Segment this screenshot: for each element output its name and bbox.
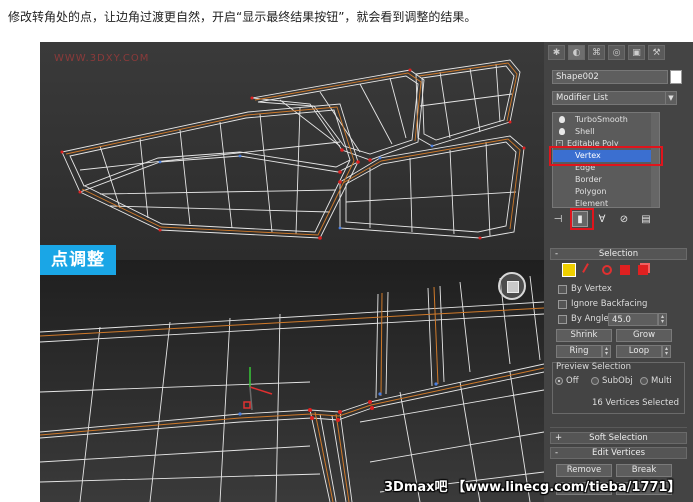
vertex-highlight-frame <box>549 146 663 166</box>
object-color-swatch[interactable] <box>670 70 682 84</box>
preview-subobj-label: SubObj <box>602 376 633 386</box>
preview-subobj-radio[interactable] <box>591 377 599 385</box>
stack-item-polygon[interactable]: Polygon <box>553 186 659 198</box>
loop-spinner[interactable]: ▴ ▾ <box>662 345 671 358</box>
viewcube-icon[interactable] <box>498 272 526 300</box>
footer-watermark: 3Dmax吧 【www.linecg.com/tieba/1771】 <box>384 480 681 495</box>
ignore-backfacing-checkbox[interactable] <box>558 300 567 309</box>
hierarchy-tab-icon[interactable]: ⌘ <box>588 45 605 60</box>
ignore-backfacing-label: Ignore Backfacing <box>571 299 648 309</box>
modifier-list-dropdown[interactable]: Modifier List <box>552 91 668 105</box>
ring-spinner[interactable]: ▴ ▾ <box>602 345 611 358</box>
by-vertex-label: By Vertex <box>571 284 612 294</box>
selection-status-text: 16 Vertices Selected <box>592 398 679 408</box>
utilities-tab-icon[interactable]: ⚒ <box>648 45 665 60</box>
stack-item-turbosmooth[interactable]: TurboSmooth <box>553 114 659 126</box>
lightbulb-icon[interactable] <box>559 116 565 123</box>
create-tab-icon[interactable]: ✱ <box>548 45 565 60</box>
grow-button[interactable]: Grow <box>616 329 672 342</box>
soft-selection-rollout-header[interactable]: + Soft Selection <box>550 432 687 444</box>
make-unique-icon[interactable]: ∀ <box>594 211 610 227</box>
lightbulb-icon[interactable] <box>559 128 565 135</box>
edit-vertices-rollout-header[interactable]: - Edit Vertices <box>550 447 687 459</box>
stack-item-shell[interactable]: Shell <box>553 126 659 138</box>
vertex-adjust-badge: 点调整 <box>40 245 116 275</box>
selection-rollout-header[interactable]: - Selection <box>550 248 687 260</box>
subobject-level-icons <box>562 263 648 277</box>
polygon-level-icon[interactable] <box>620 265 630 275</box>
object-name-field[interactable]: Shape002 <box>552 70 668 84</box>
border-level-icon[interactable] <box>602 265 612 275</box>
panel-tabs: ✱ ◐ ⌘ ◎ ▣ ⚒ <box>548 45 689 61</box>
preview-multi-radio[interactable] <box>640 377 648 385</box>
angle-input[interactable]: 45.0 <box>608 313 658 326</box>
caption-text: 修改转角处的点，让边角过渡更自然，开启“显示最终结果按钮”，就会看到调整的结果。 <box>8 10 477 24</box>
preview-selection-label: Preview Selection <box>556 362 631 372</box>
chevron-down-icon[interactable]: ▼ <box>665 91 677 105</box>
command-panel: ✱ ◐ ⌘ ◎ ▣ ⚒ Shape002 Modifier List ▼ Tur… <box>544 42 693 502</box>
display-tab-icon[interactable]: ▣ <box>628 45 645 60</box>
ring-button[interactable]: Ring <box>556 345 602 358</box>
pin-stack-icon[interactable]: ⊣ <box>550 211 566 227</box>
divider <box>550 427 687 428</box>
edge-level-icon[interactable] <box>582 263 596 277</box>
configure-sets-icon[interactable]: ▤ <box>638 211 654 227</box>
by-vertex-checkbox[interactable] <box>558 285 567 294</box>
stack-item-border[interactable]: Border <box>553 174 659 186</box>
preview-off-radio[interactable] <box>555 377 563 385</box>
motion-tab-icon[interactable]: ◎ <box>608 45 625 60</box>
end-result-highlight-frame <box>570 208 594 230</box>
viewport-3d[interactable]: WWW.3DXY.COM 点调整 <box>40 42 544 502</box>
shrink-button[interactable]: Shrink <box>556 329 612 342</box>
by-angle-label: By Angle: <box>571 314 612 324</box>
remove-modifier-icon[interactable]: ⊘ <box>616 211 632 227</box>
vertex-level-icon[interactable] <box>562 263 576 277</box>
modify-tab-icon[interactable]: ◐ <box>568 45 585 60</box>
angle-spinner[interactable]: ▴ ▾ <box>658 313 667 326</box>
preview-multi-label: Multi <box>651 376 672 386</box>
preview-off-label: Off <box>566 376 579 386</box>
viewport-watermark: WWW.3DXY.COM <box>54 53 150 64</box>
by-angle-checkbox[interactable] <box>558 315 567 324</box>
loop-button[interactable]: Loop <box>616 345 662 358</box>
element-level-icon[interactable] <box>638 265 648 275</box>
stack-item-element[interactable]: Element <box>553 198 659 210</box>
